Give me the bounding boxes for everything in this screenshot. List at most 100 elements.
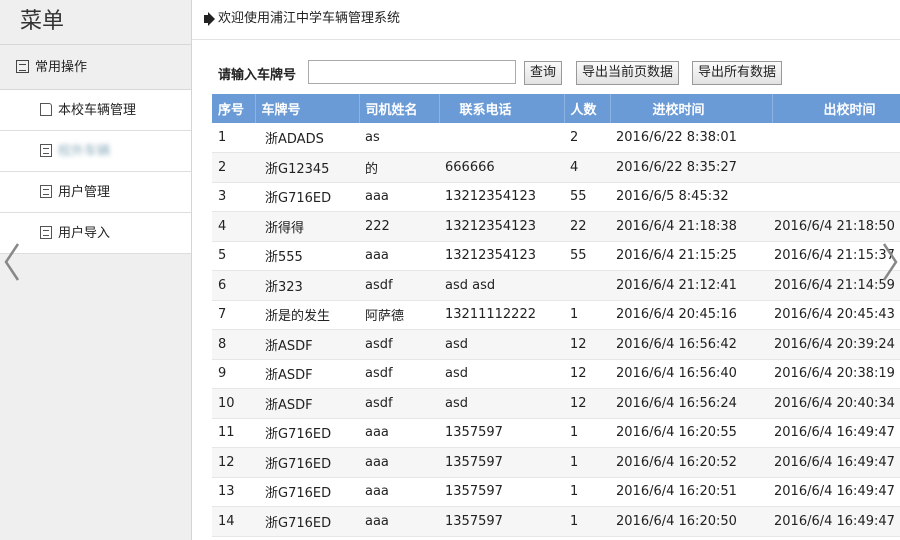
table-cell: asdf: [359, 359, 439, 389]
table-cell: 浙G716ED: [255, 418, 359, 448]
list-icon: [40, 226, 52, 239]
table-cell: 浙ASDF: [255, 329, 359, 360]
sidebar: 菜单 常用操作 本校车辆管理 校外车辆 用户管理 用户导入: [0, 0, 192, 540]
table-cell: [772, 182, 900, 212]
table-cell: 1: [564, 300, 610, 330]
table-cell: 2016/6/4 16:49:47: [772, 447, 900, 478]
table-cell: 13212354123: [439, 182, 564, 212]
column-header: 车牌号: [255, 94, 360, 123]
list-icon: [40, 185, 52, 198]
table-cell: 浙G716ED: [255, 506, 359, 537]
table-row[interactable]: 10 浙ASDF asdf asd 12 2016/6/4 16:56:24 2016/6/…: [212, 388, 900, 419]
table-cell: 1357597: [439, 447, 564, 478]
table-cell: 浙得得: [255, 211, 359, 242]
table-cell: 2016/6/4 21:15:37: [772, 241, 900, 271]
export-all-button[interactable]: 导出所有数据: [692, 61, 783, 85]
table-cell: 浙G716ED: [255, 447, 359, 478]
table-cell: asdf: [359, 388, 439, 419]
table-row[interactable]: 14 浙G716ED aaa 1357597 1 2016/6/4 16:20:50 201…: [212, 506, 900, 537]
table-cell: 12: [212, 447, 255, 478]
table-cell: 浙ADADS: [255, 123, 359, 153]
table-row[interactable]: 13 浙G716ED aaa 1357597 1 2016/6/4 16:20:51 201…: [212, 477, 900, 507]
sidebar-item-user-management[interactable]: 用户管理: [0, 172, 191, 213]
table-cell: 2016/6/4 20:38:19: [772, 359, 900, 389]
next-arrow-icon[interactable]: [882, 242, 898, 282]
table-cell: asd asd: [439, 270, 564, 301]
table-cell: 1: [564, 477, 610, 507]
table-cell: 阿萨德: [359, 300, 439, 330]
table-cell: 2016/6/5 8:45:32: [610, 182, 772, 212]
table-cell: 2016/6/4 21:12:41: [610, 270, 772, 301]
table-cell: aaa: [359, 447, 439, 478]
table-cell: 浙ASDF: [255, 359, 359, 389]
search-label: 请输入车牌号: [218, 68, 297, 83]
column-header: 联系电话: [439, 94, 565, 123]
table-row[interactable]: 3 浙G716ED aaa 13212354123 55 2016/6/5 8:45:32: [212, 182, 900, 212]
table-cell: 2016/6/4 16:49:47: [772, 418, 900, 448]
table-cell: 2016/6/4 20:45:43: [772, 300, 900, 330]
plate-search-input[interactable]: [308, 60, 516, 84]
table-cell: 13211112222: [439, 300, 564, 330]
table-cell: 浙G716ED: [255, 182, 359, 212]
list-icon: [40, 144, 52, 157]
table-cell: 666666: [439, 152, 564, 183]
table-cell: asdf: [359, 270, 439, 301]
table-cell: 14: [212, 506, 255, 537]
table-cell: 3: [212, 182, 255, 212]
table-cell: 13212354123: [439, 211, 564, 242]
column-header: 司机姓名: [359, 94, 440, 123]
table-row[interactable]: 4 浙得得 222 13212354123 22 2016/6/4 21:18:38 201…: [212, 211, 900, 242]
table-cell: 2016/6/22 8:35:27: [610, 152, 772, 183]
table-row[interactable]: 6 浙323 asdf asd asd 2016/6/4 21:12:41 2016/6/…: [212, 270, 900, 301]
table-cell: 13212354123: [439, 241, 564, 271]
table-cell: 2016/6/4 16:20:51: [610, 477, 772, 507]
sidebar-item-external-vehicles[interactable]: 校外车辆: [0, 131, 191, 172]
table-row[interactable]: 9 浙ASDF asdf asd 12 2016/6/4 16:56:40 2016/6/4…: [212, 359, 900, 389]
sidebar-item-user-import[interactable]: 用户导入: [0, 213, 191, 254]
table-cell: 浙323: [255, 270, 359, 301]
table-cell: 浙555: [255, 241, 359, 271]
table-cell: asd: [439, 329, 564, 360]
table-cell: [772, 152, 900, 183]
table-row[interactable]: 8 浙ASDF asdf asd 12 2016/6/4 16:56:42 2016/6/4…: [212, 329, 900, 360]
table-cell: 2016/6/4 20:40:34: [772, 388, 900, 419]
table-body: 1 浙ADADS as 2 2016/6/22 8:38:01 2 浙G12345 的 6666…: [212, 123, 900, 537]
table-cell: 浙是的发生: [255, 300, 359, 330]
table-cell: 22: [564, 211, 610, 242]
query-button[interactable]: 查询: [524, 61, 563, 85]
table-row[interactable]: 1 浙ADADS as 2 2016/6/22 8:38:01: [212, 123, 900, 153]
table-cell: 浙G716ED: [255, 477, 359, 507]
table-cell: 2016/6/4 21:14:59: [772, 270, 900, 301]
speaker-icon: [204, 15, 210, 23]
table-row[interactable]: 7 浙是的发生 阿萨德 13211112222 1 2016/6/4 20:45:16 20…: [212, 300, 900, 330]
column-header: 出校时间: [772, 94, 900, 123]
table-cell: 1: [212, 123, 255, 153]
table-row[interactable]: 11 浙G716ED aaa 1357597 1 2016/6/4 16:20:55 201…: [212, 418, 900, 448]
table-cell: [564, 270, 610, 301]
menu-group-label: 常用操作: [35, 60, 88, 75]
table-cell: 2016/6/4 21:15:25: [610, 241, 772, 271]
export-page-button[interactable]: 导出当前页数据: [576, 61, 680, 85]
table-cell: 4: [212, 211, 255, 242]
table-cell: 2016/6/4 20:45:16: [610, 300, 772, 330]
table-cell: 2016/6/4 16:20:50: [610, 506, 772, 537]
table-cell: [772, 123, 900, 153]
table-cell: aaa: [359, 241, 439, 271]
table-row[interactable]: 12 浙G716ED aaa 1357597 1 2016/6/4 16:20:52 201…: [212, 447, 900, 478]
table-row[interactable]: 5 浙555 aaa 13212354123 55 2016/6/4 21:15:25 20…: [212, 241, 900, 271]
welcome-text: 欢迎使用浦江中学车辆管理系统: [218, 11, 401, 26]
table-cell: 12: [564, 359, 610, 389]
table-cell: 2016/6/4 21:18:50: [772, 211, 900, 242]
menu-group-common[interactable]: 常用操作: [0, 44, 191, 90]
table-row[interactable]: 2 浙G12345 的 666666 4 2016/6/22 8:35:27: [212, 152, 900, 183]
sidebar-item-label: 用户导入: [58, 226, 111, 241]
table-cell: 12: [564, 329, 610, 360]
table-cell: 1357597: [439, 506, 564, 537]
table-cell: 55: [564, 241, 610, 271]
prev-arrow-icon[interactable]: [4, 242, 20, 282]
table-cell: 6: [212, 270, 255, 301]
table-cell: 4: [564, 152, 610, 183]
table-cell: 13: [212, 477, 255, 507]
table-cell: 浙ASDF: [255, 388, 359, 419]
sidebar-item-school-vehicles[interactable]: 本校车辆管理: [0, 90, 191, 131]
